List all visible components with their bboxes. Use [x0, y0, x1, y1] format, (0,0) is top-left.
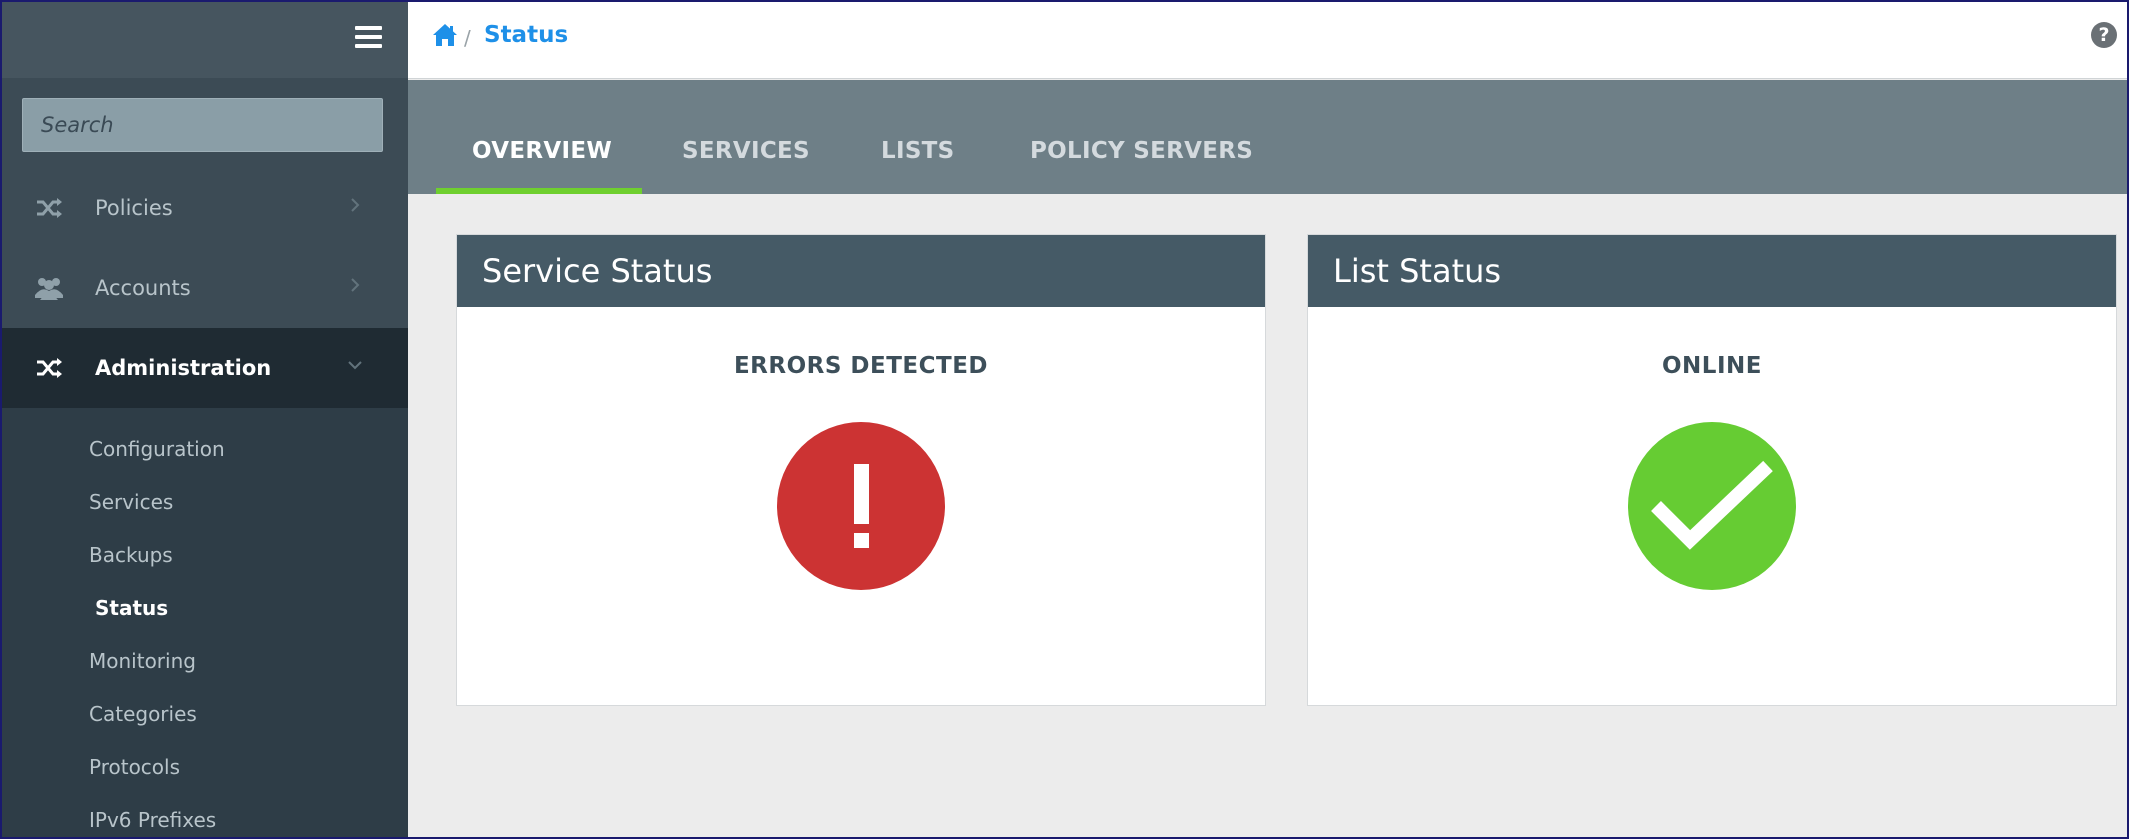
list-status-card: List Status ONLINE	[1307, 234, 2117, 706]
status-text: ERRORS DETECTED	[733, 353, 989, 379]
sidebar-item-policies[interactable]: Policies	[2, 168, 408, 248]
users-icon	[35, 278, 63, 300]
breadcrumb: / Status ?	[408, 2, 2127, 79]
help-icon[interactable]: ?	[2091, 22, 2117, 48]
sidebar-item-accounts[interactable]: Accounts	[2, 248, 408, 328]
search-input[interactable]	[22, 98, 383, 152]
sidebar-search-container	[2, 78, 408, 168]
app-window: Policies Accounts	[0, 0, 2129, 839]
breadcrumb-current: Status	[484, 22, 569, 48]
submenu-item-protocols[interactable]: Protocols	[2, 740, 408, 793]
sidebar-header	[2, 2, 408, 78]
sidebar-item-administration[interactable]: Administration	[2, 328, 408, 408]
submenu-item-backups[interactable]: Backups	[2, 528, 408, 581]
administration-submenu: Configuration Services Backups Status Mo…	[2, 408, 408, 837]
main-content: Service Status ERRORS DETECTED List Stat…	[408, 194, 2127, 837]
card-title: List Status	[1308, 235, 2116, 307]
tab-lists[interactable]: LISTS	[881, 138, 955, 164]
submenu-item-status[interactable]: Status	[2, 581, 408, 634]
check-icon	[1628, 422, 1796, 590]
tab-overview[interactable]: OVERVIEW	[472, 138, 612, 164]
status-text: ONLINE	[1662, 353, 1762, 379]
shuffle-icon	[37, 198, 62, 218]
sidebar-item-label: Policies	[95, 196, 173, 220]
tab-services[interactable]: SERVICES	[682, 138, 810, 164]
service-status-card: Service Status ERRORS DETECTED	[456, 234, 1266, 706]
tab-bar: OVERVIEW SERVICES LISTS POLICY SERVERS	[408, 80, 2127, 194]
tab-policy-servers[interactable]: POLICY SERVERS	[1030, 138, 1253, 164]
sidebar-item-label: Administration	[95, 356, 272, 380]
submenu-item-services[interactable]: Services	[2, 475, 408, 528]
breadcrumb-separator: /	[464, 26, 471, 50]
submenu-item-categories[interactable]: Categories	[2, 687, 408, 740]
menu-toggle-icon[interactable]	[355, 26, 382, 50]
shuffle-icon	[37, 358, 62, 378]
chevron-right-icon	[351, 278, 360, 292]
submenu-item-monitoring[interactable]: Monitoring	[2, 634, 408, 687]
sidebar-item-label: Accounts	[95, 276, 191, 300]
chevron-down-icon	[348, 361, 362, 370]
sidebar: Policies Accounts	[2, 2, 408, 837]
submenu-item-configuration[interactable]: Configuration	[2, 422, 408, 475]
card-title: Service Status	[457, 235, 1265, 307]
error-icon	[777, 422, 945, 590]
submenu-item-ipv6-prefixes[interactable]: IPv6 Prefixes	[2, 793, 408, 837]
chevron-right-icon	[351, 198, 360, 212]
home-icon[interactable]	[432, 23, 458, 47]
